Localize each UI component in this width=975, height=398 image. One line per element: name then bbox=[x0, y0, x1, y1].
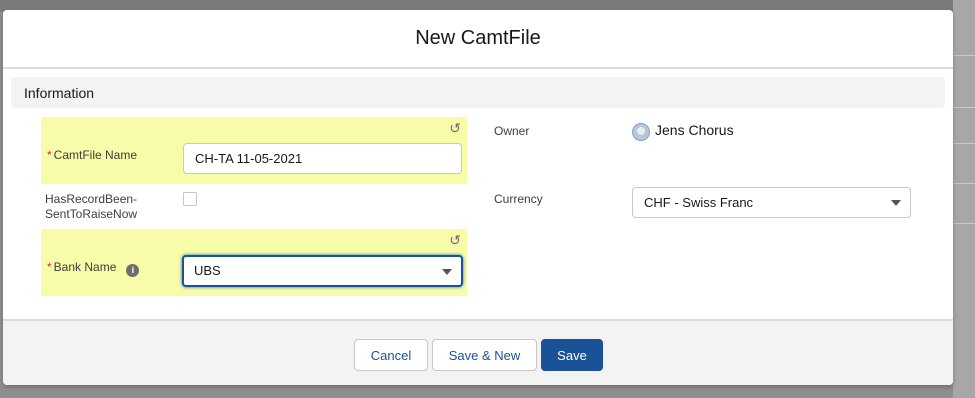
save-button[interactable]: Save bbox=[541, 339, 603, 371]
owner-name-link[interactable]: Jens Chorus bbox=[655, 122, 734, 138]
section-title: Information bbox=[24, 85, 95, 101]
chevron-down-icon bbox=[891, 200, 901, 206]
has-record-checkbox[interactable] bbox=[183, 192, 197, 206]
bank-name-label: * Bank Name i bbox=[47, 260, 140, 277]
modal-header: New CamtFile bbox=[3, 10, 953, 69]
backdrop-stripe bbox=[953, 143, 975, 144]
currency-label: Currency bbox=[494, 192, 543, 206]
backdrop-stripe bbox=[953, 55, 975, 56]
undo-icon[interactable]: ↺ bbox=[449, 120, 461, 137]
undo-icon[interactable]: ↺ bbox=[449, 232, 461, 249]
has-record-label-line1: HasRecordBeen- bbox=[45, 192, 138, 206]
chevron-down-icon bbox=[442, 269, 452, 275]
bank-name-value: UBS bbox=[194, 263, 221, 278]
modal-title: New CamtFile bbox=[415, 27, 541, 49]
currency-value: CHF - Swiss Franc bbox=[644, 195, 754, 210]
modal-footer: Cancel Save & New Save bbox=[3, 319, 953, 385]
has-record-label: HasRecordBeen- SentToRaiseNow bbox=[45, 192, 137, 222]
save-and-new-button[interactable]: Save & New bbox=[432, 339, 537, 371]
owner-avatar-icon bbox=[632, 123, 650, 141]
info-icon[interactable]: i bbox=[126, 264, 140, 277]
required-marker: * bbox=[47, 148, 52, 162]
section-information[interactable]: Information bbox=[11, 77, 945, 108]
currency-select[interactable]: CHF - Swiss Franc bbox=[632, 187, 911, 218]
camtfile-name-label-text: CamtFile Name bbox=[53, 148, 138, 162]
cancel-button[interactable]: Cancel bbox=[354, 339, 428, 371]
backdrop-stripe bbox=[953, 107, 975, 108]
new-record-modal: New CamtFile Information ↺ * CamtFile Nam… bbox=[3, 10, 953, 385]
camtfile-name-input[interactable]: CH-TA 11-05-2021 bbox=[183, 143, 462, 174]
backdrop-stripe bbox=[953, 183, 975, 184]
backdrop-stripe bbox=[953, 223, 975, 224]
bank-name-label-text: Bank Name bbox=[53, 260, 117, 274]
has-record-label-line2: SentToRaiseNow bbox=[45, 207, 138, 221]
backdrop-right bbox=[953, 0, 975, 398]
owner-label: Owner bbox=[494, 124, 530, 138]
camtfile-name-value: CH-TA 11-05-2021 bbox=[195, 151, 303, 166]
bank-name-select[interactable]: UBS bbox=[182, 255, 463, 287]
required-marker: * bbox=[47, 260, 52, 274]
camtfile-name-label: * CamtFile Name bbox=[47, 148, 137, 163]
